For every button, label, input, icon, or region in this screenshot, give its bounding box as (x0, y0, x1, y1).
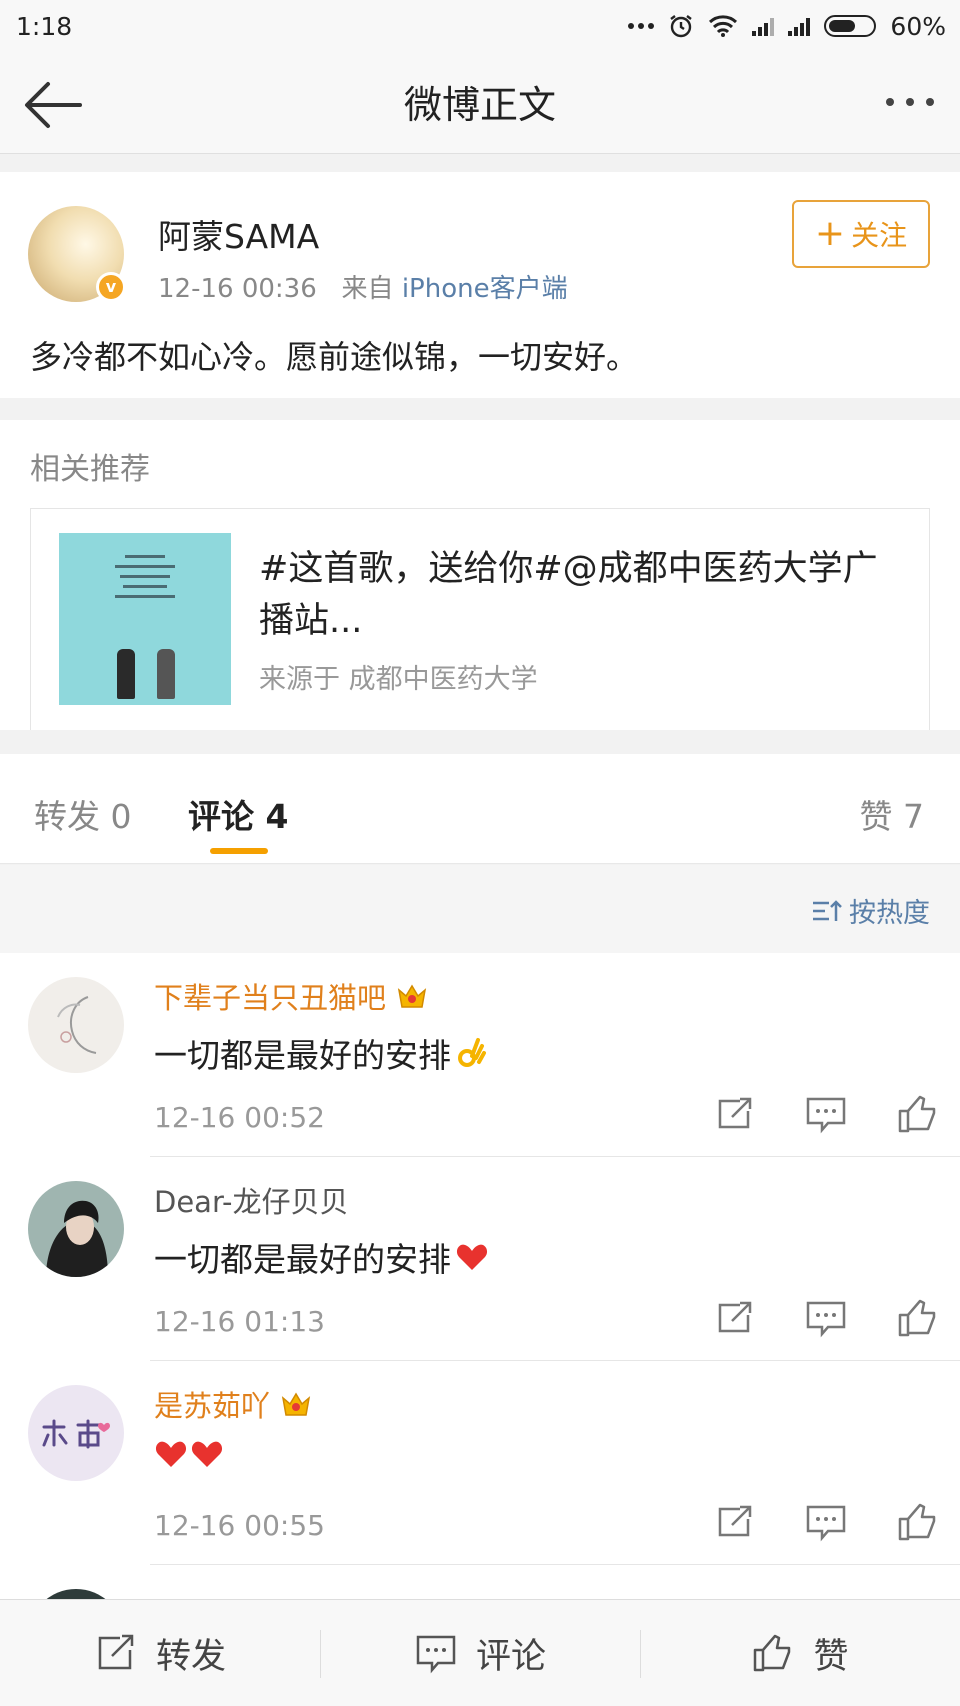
related-card-title: #这首歌，送给你#@成都中医药大学广播站... (259, 549, 878, 641)
comment-time: 12-16 01:13 (154, 1305, 325, 1338)
share-icon[interactable] (710, 1297, 758, 1339)
commenter-name[interactable]: 下辈子当只丑猫吧 (154, 975, 428, 1017)
comment-item-partial (0, 1565, 960, 1599)
commenter-avatar[interactable] (28, 1385, 124, 1481)
post-source[interactable]: iPhone客户端 (402, 274, 568, 304)
commenter-name-text: Dear-龙仔贝贝 (154, 1185, 349, 1219)
comment-time: 12-16 00:52 (154, 1101, 325, 1134)
sort-label: 按热度 (849, 898, 930, 929)
like-icon[interactable] (894, 1093, 942, 1135)
comment-actions (710, 1093, 942, 1135)
ok-hand-emoji-icon (458, 1038, 486, 1067)
more-notifications-icon (628, 23, 655, 29)
post-text: 多冷都不如心冷。愿前途似锦，一切安好。 (30, 338, 639, 376)
comment-actions (710, 1297, 942, 1339)
comment-item: 是苏茹吖 12-16 00:55 (0, 1361, 960, 1565)
related-section: 相关推荐 #这首歌，送给你#@成都中医药大学广播站... 来源于 成都中医药大学 (0, 420, 960, 730)
comment-list: 下辈子当只丑猫吧 一切都是最好的安排 12-16 00:52 Dear-龙仔贝贝… (0, 953, 960, 1599)
plus-icon: + (814, 213, 846, 254)
like-button[interactable]: 赞 (640, 1600, 960, 1706)
post-time: 12-16 00:36 (158, 274, 317, 304)
comment-button[interactable]: 评论 (320, 1600, 640, 1706)
like-label: 赞 (813, 1636, 849, 1677)
sort-bar: 按热度 (0, 865, 960, 953)
heart-emoji-icon (456, 1244, 488, 1270)
comment-text-body: 一切都是最好的安排 (154, 1240, 451, 1279)
repost-label: 转发 (155, 1636, 226, 1677)
comment-text: 一切都是最好的安排 (154, 1233, 489, 1281)
comment-text-body: 一切都是最好的安排 (154, 1036, 451, 1075)
tab-repost[interactable]: 转发 0 (34, 790, 132, 838)
related-card[interactable]: #这首歌，送给你#@成都中医药大学广播站... 来源于 成都中医药大学 (30, 508, 930, 730)
comment-time: 12-16 00:55 (154, 1509, 325, 1542)
share-icon[interactable] (710, 1501, 758, 1543)
post-meta: 12-16 00:36 来自 iPhone客户端 (158, 268, 568, 305)
comment-label: 评论 (475, 1636, 546, 1677)
commenter-name[interactable]: 是苏茹吖 (154, 1383, 312, 1425)
battery-level: 60% (890, 11, 946, 41)
heart-emoji-icon (191, 1441, 223, 1467)
weibo-post: v 阿蒙SAMA 12-16 00:36 来自 iPhone客户端 + 关注 多… (0, 172, 960, 398)
interaction-tabs: 转发 0 评论 4 赞 7 (0, 754, 960, 864)
verified-badge-icon: v (96, 272, 126, 302)
heart-emoji-icon (155, 1441, 187, 1467)
repost-button[interactable]: 转发 (0, 1600, 320, 1706)
sort-icon (813, 899, 842, 921)
like-icon[interactable] (894, 1501, 942, 1543)
related-heading: 相关推荐 (30, 452, 150, 487)
like-icon[interactable] (894, 1297, 942, 1339)
crown-icon (281, 1392, 311, 1416)
status-time: 1:18 (16, 11, 73, 41)
commenter-avatar[interactable] (28, 1181, 124, 1277)
repost-icon (98, 1634, 134, 1670)
follow-label: 关注 (851, 219, 908, 252)
post-source-prefix: 来自 (341, 274, 394, 304)
comment-item: 下辈子当只丑猫吧 一切都是最好的安排 12-16 00:52 (0, 953, 960, 1157)
related-card-source: 来源于 成都中医药大学 (259, 664, 538, 695)
tab-like[interactable]: 赞 7 (860, 790, 925, 838)
battery-icon (824, 15, 877, 37)
related-card-cover (59, 533, 231, 705)
alarm-icon (670, 15, 693, 38)
comment-actions (710, 1501, 942, 1543)
tab-comment[interactable]: 评论 4 (188, 790, 288, 838)
more-menu-icon[interactable] (886, 98, 934, 106)
status-bar: 1:18 60% (0, 0, 960, 52)
nav-bar: 微博正文 (0, 52, 960, 154)
comment-icon (416, 1635, 456, 1674)
bottom-action-bar: 转发 评论 赞 (0, 1599, 960, 1706)
reply-icon[interactable] (802, 1093, 850, 1135)
follow-button[interactable]: + 关注 (792, 200, 930, 268)
share-icon[interactable] (710, 1093, 758, 1135)
page-title: 微博正文 (403, 83, 556, 127)
author-name[interactable]: 阿蒙SAMA (158, 210, 319, 258)
active-tab-indicator (210, 848, 268, 854)
signal-icon-2 (788, 16, 811, 36)
commenter-name[interactable]: Dear-龙仔贝贝 (154, 1179, 348, 1221)
commenter-avatar[interactable] (28, 1589, 124, 1599)
sort-button[interactable]: 按热度 (811, 891, 930, 930)
wifi-icon (709, 15, 738, 37)
reply-icon[interactable] (802, 1501, 850, 1543)
crown-icon (397, 984, 427, 1008)
thumbs-up-icon (754, 1634, 791, 1672)
signal-icon (752, 16, 775, 36)
comment-text: 一切都是最好的安排 (154, 1029, 489, 1077)
reply-icon[interactable] (802, 1297, 850, 1339)
commenter-name-text: 是苏茹吖 (154, 1389, 271, 1423)
commenter-name-text: 下辈子当只丑猫吧 (154, 981, 387, 1015)
commenter-avatar[interactable] (28, 977, 124, 1073)
status-icons: 60% (628, 12, 946, 41)
comment-text (154, 1437, 224, 1471)
comment-item: Dear-龙仔贝贝 一切都是最好的安排 12-16 01:13 (0, 1157, 960, 1361)
